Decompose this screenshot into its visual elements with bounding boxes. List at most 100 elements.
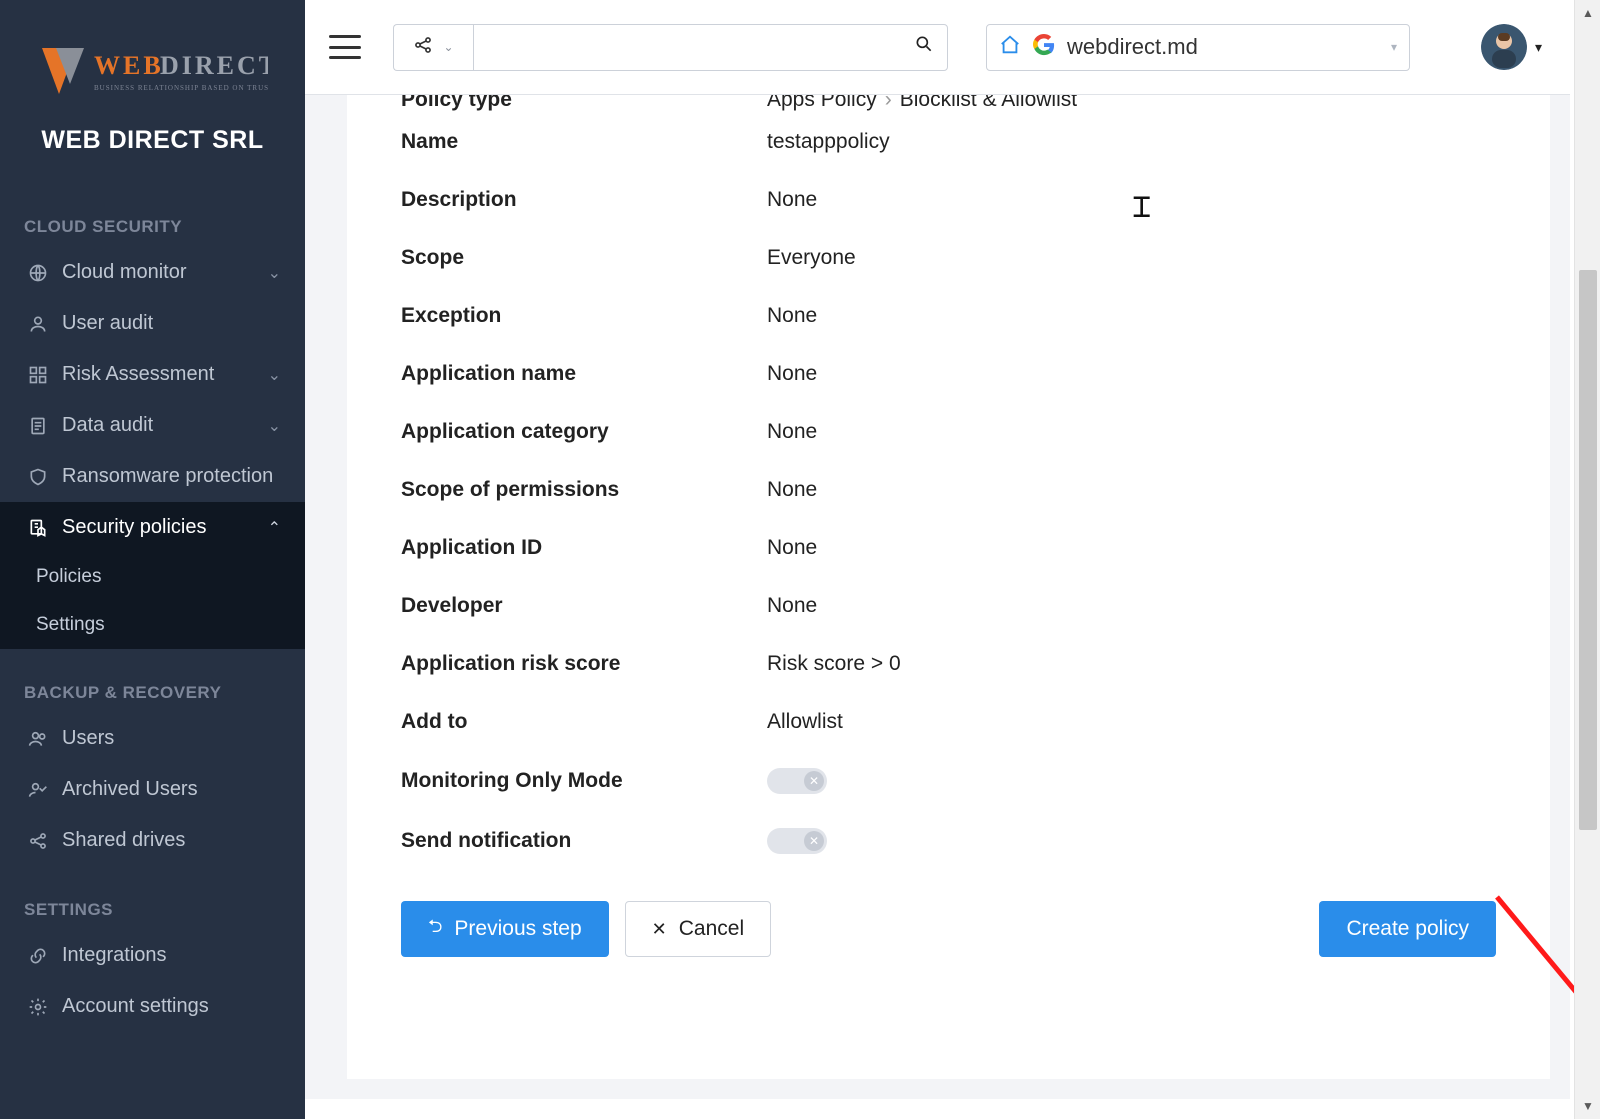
field-label: Scope of permissions <box>401 478 767 502</box>
globe-icon <box>24 263 52 283</box>
sidebar-item-data-audit[interactable]: Data audit ⌄ <box>0 400 305 451</box>
field-label: Policy type <box>401 95 767 112</box>
field-row: Nametestapppolicy <box>401 113 1496 171</box>
previous-step-button[interactable]: ⮌ Previous step <box>401 901 609 957</box>
sidebar-item-label: Data audit <box>62 414 268 437</box>
share-type-dropdown[interactable]: ⌄ <box>393 24 473 71</box>
users-icon <box>24 729 52 749</box>
sidebar-item-label: Ransomware protection <box>62 465 281 488</box>
section-title-settings: SETTINGS <box>0 866 305 930</box>
field-label: Application category <box>401 420 767 444</box>
doc-icon <box>24 416 52 436</box>
field-value: Apps Policy›Blocklist & Allowlist <box>767 95 1077 112</box>
chevron-down-icon: ⌄ <box>268 263 281 283</box>
field-label: Monitoring Only Mode <box>401 769 767 793</box>
sidebar: WEB DIRECT BUSINESS RELATIONSHIP BASED O… <box>0 0 305 1119</box>
sidebar-item-ransomware-protection[interactable]: Ransomware protection <box>0 451 305 502</box>
sidebar-item-users[interactable]: Users <box>0 713 305 764</box>
home-icon <box>999 34 1021 61</box>
sidebar-item-label: Security policies <box>62 516 268 539</box>
chevron-down-icon: ⌄ <box>443 40 453 54</box>
arrow-left-icon: ⮌ <box>428 914 442 944</box>
search-input[interactable] <box>473 24 948 71</box>
sidebar-item-integrations[interactable]: Integrations <box>0 930 305 981</box>
sidebar-item-risk-assessment[interactable]: Risk Assessment ⌄ <box>0 349 305 400</box>
field-value: None <box>767 420 817 444</box>
browser-scrollbar[interactable]: ▲ ▼ <box>1574 0 1600 1119</box>
sidebar-item-label: Cloud monitor <box>62 261 268 284</box>
section-title-cloud-security: CLOUD SECURITY <box>0 169 305 247</box>
brand-logo: WEB DIRECT BUSINESS RELATIONSHIP BASED O… <box>0 0 305 169</box>
cancel-button[interactable]: ✕ Cancel <box>625 901 771 957</box>
field-value: None <box>767 362 817 386</box>
sidebar-item-account-settings[interactable]: Account settings <box>0 981 305 1032</box>
url-dropdown[interactable]: webdirect.md ▾ <box>986 24 1410 71</box>
sidebar-item-shared-drives[interactable]: Shared drives <box>0 815 305 866</box>
button-label: Cancel <box>679 917 744 941</box>
sidebar-item-label: User audit <box>62 312 281 335</box>
caret-down-icon: ▾ <box>1535 39 1542 56</box>
field-value: None <box>767 536 817 560</box>
archive-icon <box>24 780 52 800</box>
chevron-up-icon: ⌃ <box>268 518 281 538</box>
section-title-backup-recovery: BACKUP & RECOVERY <box>0 649 305 713</box>
field-label: Application risk score <box>401 652 767 676</box>
field-label: Description <box>401 188 767 212</box>
field-row: Application nameNone <box>401 345 1496 403</box>
field-row: DescriptionNone <box>401 171 1496 229</box>
toggle-switch[interactable]: ✕ <box>767 768 827 794</box>
topbar: ⌄ webdirect.md ▾ ▾ <box>305 0 1570 95</box>
sidebar-item-label: Shared drives <box>62 829 281 852</box>
company-name: WEB DIRECT SRL <box>0 126 305 155</box>
account-menu[interactable]: ▾ <box>1481 24 1542 70</box>
shield-icon <box>24 467 52 487</box>
field-row: ExceptionNone <box>401 287 1496 345</box>
scroll-up-button[interactable]: ▲ <box>1575 0 1600 26</box>
policy-icon <box>24 518 52 538</box>
field-label: Developer <box>401 594 767 618</box>
sidebar-subitem-policies[interactable]: Policies <box>0 553 305 601</box>
sidebar-item-user-audit[interactable]: User audit <box>0 298 305 349</box>
scroll-down-button[interactable]: ▼ <box>1575 1093 1600 1119</box>
chevron-down-icon: ▾ <box>1391 40 1397 54</box>
field-value: Risk score > 0 <box>767 652 901 676</box>
sidebar-item-label: Users <box>62 727 281 750</box>
sidebar-subitem-settings[interactable]: Settings <box>0 601 305 649</box>
toggle-switch[interactable]: ✕ <box>767 828 827 854</box>
field-label: Add to <box>401 710 767 734</box>
button-label: Create policy <box>1346 917 1469 941</box>
share-icon <box>24 831 52 851</box>
toggle-knob: ✕ <box>804 771 824 791</box>
sidebar-item-cloud-monitor[interactable]: Cloud monitor ⌄ <box>0 247 305 298</box>
field-row: Add toAllowlist <box>401 693 1496 751</box>
create-policy-button[interactable]: Create policy <box>1319 901 1496 957</box>
field-row: ScopeEveryone <box>401 229 1496 287</box>
field-label: Send notification <box>401 829 767 853</box>
field-value-suffix: Blocklist & Allowlist <box>900 95 1077 111</box>
scroll-thumb[interactable] <box>1579 270 1597 830</box>
chevron-right-icon: › <box>885 95 892 111</box>
hamburger-menu-button[interactable] <box>327 29 363 65</box>
close-icon: ✕ <box>652 919 667 940</box>
link-icon <box>24 946 52 966</box>
sidebar-item-label: Account settings <box>62 995 281 1018</box>
field-row: Application risk scoreRisk score > 0 <box>401 635 1496 693</box>
field-row: Send notification✕ <box>401 811 1496 871</box>
button-label: Previous step <box>454 917 581 941</box>
field-row: DeveloperNone <box>401 577 1496 635</box>
google-icon <box>1033 34 1055 61</box>
sidebar-item-label: Archived Users <box>62 778 281 801</box>
sidebar-item-label: Integrations <box>62 944 281 967</box>
field-value: testapppolicy <box>767 130 890 154</box>
sidebar-item-archived-users[interactable]: Archived Users <box>0 764 305 815</box>
search-icon[interactable] <box>914 34 934 60</box>
field-label: Application ID <box>401 536 767 560</box>
svg-text:DIRECT: DIRECT <box>160 51 268 80</box>
search-field <box>473 24 948 71</box>
field-label: Name <box>401 130 767 154</box>
field-row: Application IDNone <box>401 519 1496 577</box>
gear-icon <box>24 997 52 1017</box>
sidebar-item-security-policies[interactable]: Security policies ⌃ <box>0 502 305 553</box>
sidebar-item-label: Risk Assessment <box>62 363 268 386</box>
field-value: None <box>767 304 817 328</box>
